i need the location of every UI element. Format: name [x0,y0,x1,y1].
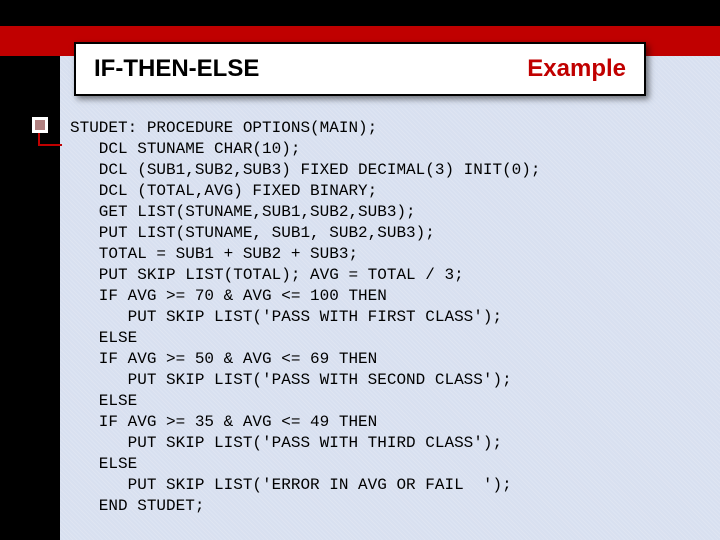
title-left: IF-THEN-ELSE [94,55,259,83]
connector-horizontal [38,144,62,146]
bullet-inner [35,120,45,130]
title-right: Example [527,55,626,83]
code-block: STUDET: PROCEDURE OPTIONS(MAIN); DCL STU… [70,118,540,517]
title-container: IF-THEN-ELSE Example [74,42,646,96]
slide: IF-THEN-ELSE Example STUDET: PROCEDURE O… [0,0,720,540]
top-border [0,0,720,26]
bullet-icon [30,115,50,135]
